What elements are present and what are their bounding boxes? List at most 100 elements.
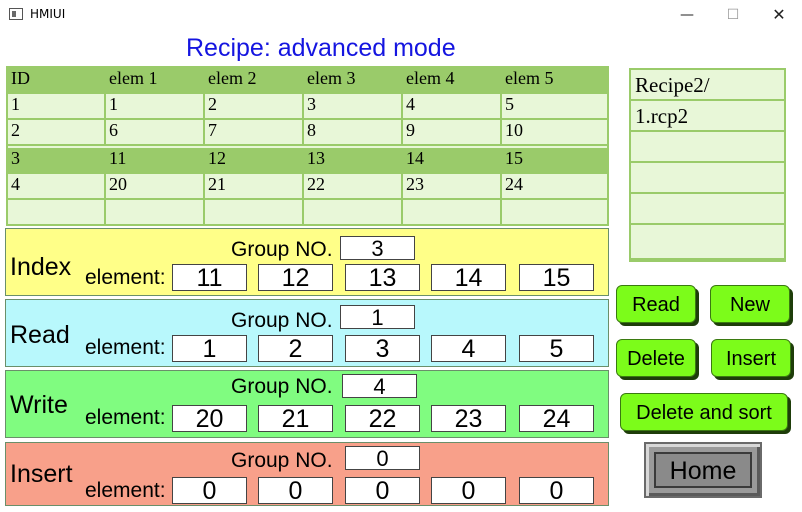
table-cell: 22 [304,174,403,200]
table-cell: 9 [403,120,502,146]
read-element-label: element: [85,336,166,359]
read-label: Read [10,321,70,349]
read-group-label: Group NO. [231,309,333,332]
insert-element-label: element: [85,479,166,502]
insert-group-input[interactable]: 0 [345,446,420,471]
table-row[interactable] [8,200,607,226]
file-list-item[interactable] [631,163,784,194]
index-element-field[interactable]: 11 [172,264,247,292]
write-label: Write [10,391,68,419]
insert-element-field[interactable]: 0 [172,477,247,505]
table-cell: ID [8,68,106,94]
insert-panel: Insert Group NO. 0 element: 0 0 0 0 0 [5,442,609,506]
table-row[interactable]: 2 6 7 8 9 10 [8,120,607,146]
read-element-field[interactable]: 5 [519,335,594,363]
app-icon [9,8,23,20]
table-cell: 5 [502,94,607,120]
minimize-button[interactable]: — [664,0,710,30]
read-group-input[interactable]: 1 [340,305,415,330]
write-element-field[interactable]: 20 [172,405,247,433]
insert-element-field[interactable]: 0 [258,477,333,505]
table-row-selected[interactable]: 3 11 12 13 14 15 [8,148,607,174]
read-panel: Read Group NO. 1 element: 1 2 3 4 5 [5,299,609,367]
table-cell: 12 [205,148,304,174]
insert-element-field[interactable]: 0 [519,477,594,505]
table-cell [205,200,304,226]
write-panel: Write Group NO. 4 element: 20 21 22 23 2… [5,370,609,438]
table-cell: 4 [403,94,502,120]
index-element-field[interactable]: 12 [258,264,333,292]
read-element-field[interactable]: 2 [258,335,333,363]
table-cell: elem 4 [403,68,502,94]
close-button[interactable]: ✕ [756,0,802,30]
home-button[interactable]: Home [644,442,762,498]
delete-button[interactable]: Delete [616,339,696,377]
table-cell [502,200,607,226]
write-element-field[interactable]: 24 [519,405,594,433]
recipe-file-list[interactable]: Recipe2/ 1.rcp2 [629,68,786,262]
table-cell: 20 [106,174,205,200]
file-list-item[interactable] [631,194,784,225]
write-element-field[interactable]: 23 [431,405,506,433]
write-group-input[interactable]: 4 [342,374,417,399]
table-cell: 15 [502,148,607,174]
table-cell: 3 [304,94,403,120]
index-element-field[interactable]: 15 [519,264,594,292]
insert-element-field[interactable]: 0 [431,477,506,505]
read-element-field[interactable]: 4 [431,335,506,363]
new-button[interactable]: New [710,285,790,323]
index-element-field[interactable]: 14 [431,264,506,292]
maximize-button[interactable]: ☐ [710,0,756,30]
table-cell: 6 [106,120,205,146]
table-cell [106,200,205,226]
table-cell: elem 5 [502,68,607,94]
index-element-label: element: [85,266,166,289]
table-cell: 13 [304,148,403,174]
table-cell: 11 [106,148,205,174]
table-cell: 1 [8,94,106,120]
table-header-row: ID elem 1 elem 2 elem 3 elem 4 elem 5 [8,68,607,94]
file-list-item[interactable] [631,132,784,163]
table-cell: 14 [403,148,502,174]
write-element-field[interactable]: 22 [345,405,420,433]
table-cell [403,200,502,226]
home-button-label: Home [654,452,752,488]
file-list-item[interactable]: Recipe2/ [631,70,784,101]
table-cell [8,200,106,226]
read-button[interactable]: Read [616,285,696,323]
page-title: Recipe: advanced mode [186,34,456,62]
index-element-field[interactable]: 13 [345,264,420,292]
index-panel: Index Group NO. 3 element: 11 12 13 14 1… [5,228,609,296]
table-cell: 23 [403,174,502,200]
table-cell: elem 1 [106,68,205,94]
read-element-field[interactable]: 3 [345,335,420,363]
file-list-item[interactable] [631,225,784,260]
delete-and-sort-button[interactable]: Delete and sort [620,393,788,431]
table-cell [304,200,403,226]
index-label: Index [10,253,72,281]
table-cell: 7 [205,120,304,146]
write-element-label: element: [85,406,166,429]
table-cell: 2 [205,94,304,120]
insert-label: Insert [10,460,73,488]
table-cell: elem 2 [205,68,304,94]
table-row[interactable]: 1 1 2 3 4 5 [8,94,607,120]
insert-button[interactable]: Insert [711,339,791,377]
index-group-input[interactable]: 3 [340,236,415,261]
table-cell: 3 [8,148,106,174]
insert-group-label: Group NO. [231,449,333,472]
recipe-table[interactable]: ID elem 1 elem 2 elem 3 elem 4 elem 5 1 … [6,66,609,226]
write-element-field[interactable]: 21 [258,405,333,433]
table-cell: 8 [304,120,403,146]
index-group-label: Group NO. [231,238,333,261]
table-cell: 24 [502,174,607,200]
table-cell: 2 [8,120,106,146]
table-cell: 10 [502,120,607,146]
window-title: HMIUI [30,7,66,21]
insert-element-field[interactable]: 0 [345,477,420,505]
read-element-field[interactable]: 1 [172,335,247,363]
file-list-item[interactable]: 1.rcp2 [631,101,784,132]
table-cell: 21 [205,174,304,200]
table-cell: 1 [106,94,205,120]
table-row[interactable]: 4 20 21 22 23 24 [8,174,607,200]
